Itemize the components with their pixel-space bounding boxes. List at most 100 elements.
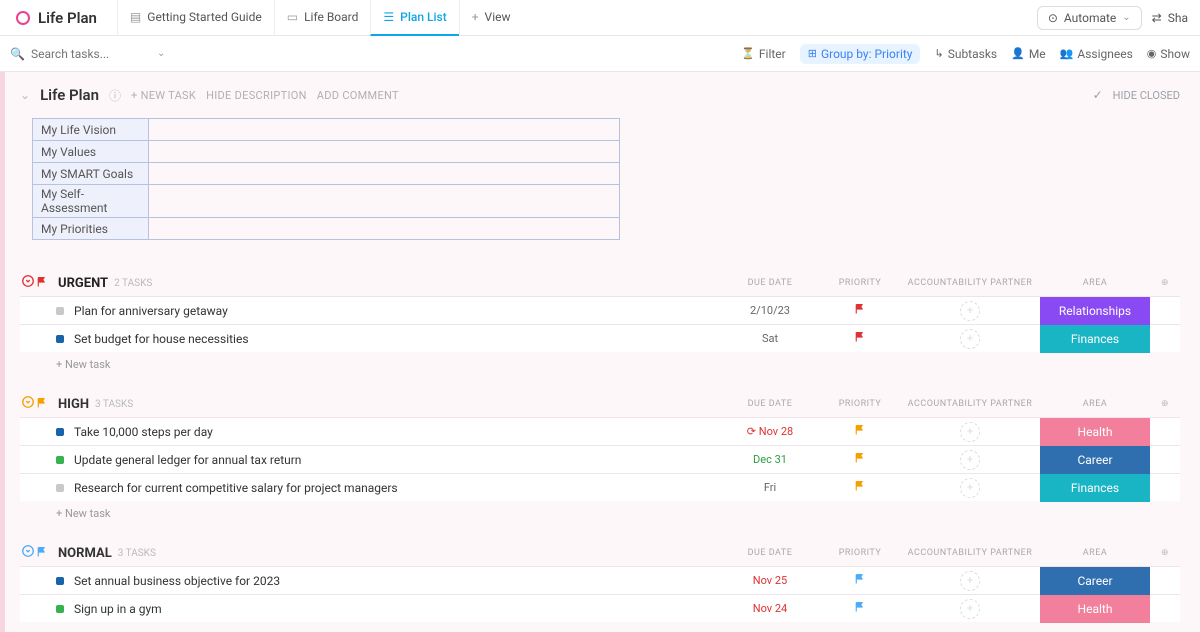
col-header-accountability[interactable]: ACCOUNTABILITY PARTNER	[900, 548, 1040, 558]
info-icon[interactable]: ⓘ	[109, 87, 121, 104]
task-accountability[interactable]: +	[900, 450, 1040, 470]
col-header-area[interactable]: AREA	[1040, 278, 1150, 288]
task-area[interactable]: Career	[1040, 567, 1150, 595]
task-row[interactable]: Set annual business objective for 2023 No…	[20, 566, 1180, 594]
task-name[interactable]: Update general ledger for annual tax ret…	[74, 453, 301, 467]
new-task-link[interactable]: + New task	[20, 352, 1180, 371]
task-due-date[interactable]: Nov 25	[720, 574, 820, 587]
task-priority[interactable]	[820, 480, 900, 495]
page-title-wrap[interactable]: Life Plan	[8, 9, 105, 27]
task-row[interactable]: Sign up in a gym Nov 24 +Health	[20, 594, 1180, 622]
plan-table-row[interactable]: My Priorities	[33, 218, 620, 240]
task-status-square[interactable]	[56, 577, 64, 585]
task-status-square[interactable]	[56, 484, 64, 492]
show-button[interactable]: ◉ Show	[1147, 47, 1190, 61]
automate-button[interactable]: ⊙ Automate ⌄	[1037, 6, 1142, 30]
col-header-due-date[interactable]: DUE DATE	[720, 399, 820, 409]
add-column-button[interactable]: ⊕	[1150, 278, 1180, 288]
plan-row-value[interactable]	[149, 185, 620, 218]
task-priority[interactable]	[820, 331, 900, 346]
task-status-square[interactable]	[56, 307, 64, 315]
tab-getting-started[interactable]: ▤ Getting Started Guide	[117, 0, 274, 36]
add-column-button[interactable]: ⊕	[1150, 548, 1180, 558]
task-due-date[interactable]: ⟳ Nov 28	[720, 425, 820, 438]
task-due-date[interactable]: Nov 24	[720, 602, 820, 615]
task-area[interactable]: Finances	[1040, 325, 1150, 353]
plan-row-value[interactable]	[149, 218, 620, 240]
filter-button[interactable]: ⏳ Filter	[741, 47, 786, 61]
task-row[interactable]: Plan for anniversary getaway 2/10/23 +Rela…	[20, 296, 1180, 324]
col-header-accountability[interactable]: ACCOUNTABILITY PARTNER	[900, 399, 1040, 409]
tab-life-board[interactable]: ▭ Life Board	[274, 0, 371, 36]
plan-table[interactable]: My Life VisionMy ValuesMy SMART GoalsMy …	[32, 118, 620, 240]
task-due-date[interactable]: Sat	[720, 332, 820, 345]
task-status-square[interactable]	[56, 605, 64, 613]
hide-closed-link[interactable]: HIDE CLOSED	[1113, 89, 1180, 102]
task-priority[interactable]	[820, 424, 900, 439]
tab-add-view[interactable]: + View	[459, 0, 523, 36]
task-name[interactable]: Take 10,000 steps per day	[74, 425, 213, 439]
task-due-date[interactable]: 2/10/23	[720, 304, 820, 317]
col-header-area[interactable]: AREA	[1040, 399, 1150, 409]
task-row[interactable]: Set budget for house necessities Sat +Fina…	[20, 324, 1180, 352]
tab-plan-list[interactable]: ☰ Plan List	[370, 0, 458, 36]
task-accountability[interactable]: +	[900, 301, 1040, 321]
plan-row-value[interactable]	[149, 163, 620, 185]
task-due-date[interactable]: Fri	[720, 481, 820, 494]
col-header-area[interactable]: AREA	[1040, 548, 1150, 558]
plan-table-row[interactable]: My Values	[33, 141, 620, 163]
group-caret-icon[interactable]	[20, 544, 36, 562]
col-header-priority[interactable]: PRIORITY	[820, 399, 900, 409]
task-name[interactable]: Set budget for house necessities	[74, 332, 249, 346]
task-area[interactable]: Career	[1040, 446, 1150, 474]
task-area[interactable]: Finances	[1040, 474, 1150, 502]
group-header[interactable]: URGENT2 TASKSDUE DATEPRIORITYACCOUNTABIL…	[20, 270, 1180, 296]
task-accountability[interactable]: +	[900, 478, 1040, 498]
task-row[interactable]: Research for current competitive salary …	[20, 473, 1180, 501]
plan-table-row[interactable]: My Life Vision	[33, 119, 620, 141]
share-button[interactable]: ⇄ Sha	[1148, 7, 1192, 29]
assignees-button[interactable]: 👥 Assignees	[1060, 47, 1133, 61]
task-name[interactable]: Research for current competitive salary …	[74, 481, 398, 495]
col-header-due-date[interactable]: DUE DATE	[720, 278, 820, 288]
task-priority[interactable]	[820, 601, 900, 616]
task-status-square[interactable]	[56, 428, 64, 436]
add-comment-link[interactable]: ADD COMMENT	[317, 89, 399, 102]
group-by-button[interactable]: ⊞ Group by: Priority	[800, 44, 921, 64]
col-header-priority[interactable]: PRIORITY	[820, 278, 900, 288]
task-accountability[interactable]: +	[900, 599, 1040, 619]
task-name[interactable]: Set annual business objective for 2023	[74, 574, 280, 588]
chevron-down-icon[interactable]: ⌄	[157, 48, 165, 59]
plan-table-row[interactable]: My SMART Goals	[33, 163, 620, 185]
task-accountability[interactable]: +	[900, 422, 1040, 442]
col-header-due-date[interactable]: DUE DATE	[720, 548, 820, 558]
plan-row-value[interactable]	[149, 141, 620, 163]
task-row[interactable]: Take 10,000 steps per day ⟳ Nov 28 +Health	[20, 417, 1180, 445]
plan-row-value[interactable]	[149, 119, 620, 141]
task-status-square[interactable]	[56, 335, 64, 343]
hide-description-link[interactable]: HIDE DESCRIPTION	[206, 89, 307, 102]
new-task-link[interactable]: + New task	[20, 501, 1180, 520]
group-caret-icon[interactable]	[20, 395, 36, 413]
group-header[interactable]: HIGH3 TASKSDUE DATEPRIORITYACCOUNTABILIT…	[20, 391, 1180, 417]
task-due-date[interactable]: Dec 31	[720, 453, 820, 466]
new-task-link[interactable]: + NEW TASK	[131, 89, 196, 102]
task-priority[interactable]	[820, 573, 900, 588]
search-input[interactable]	[31, 47, 151, 61]
task-area[interactable]: Relationships	[1040, 297, 1150, 325]
col-header-accountability[interactable]: ACCOUNTABILITY PARTNER	[900, 278, 1040, 288]
task-priority[interactable]	[820, 452, 900, 467]
task-area[interactable]: Health	[1040, 595, 1150, 623]
task-accountability[interactable]: +	[900, 329, 1040, 349]
task-priority[interactable]	[820, 303, 900, 318]
task-name[interactable]: Plan for anniversary getaway	[74, 304, 228, 318]
task-name[interactable]: Sign up in a gym	[74, 602, 162, 616]
collapse-caret-icon[interactable]: ⌄	[20, 88, 30, 102]
task-status-square[interactable]	[56, 456, 64, 464]
task-accountability[interactable]: +	[900, 571, 1040, 591]
search-wrap[interactable]: 🔍 ⌄	[10, 47, 165, 61]
plan-table-row[interactable]: My Self-Assessment	[33, 185, 620, 218]
task-area[interactable]: Health	[1040, 418, 1150, 446]
col-header-priority[interactable]: PRIORITY	[820, 548, 900, 558]
subtasks-button[interactable]: ↳ Subtasks	[934, 47, 997, 61]
